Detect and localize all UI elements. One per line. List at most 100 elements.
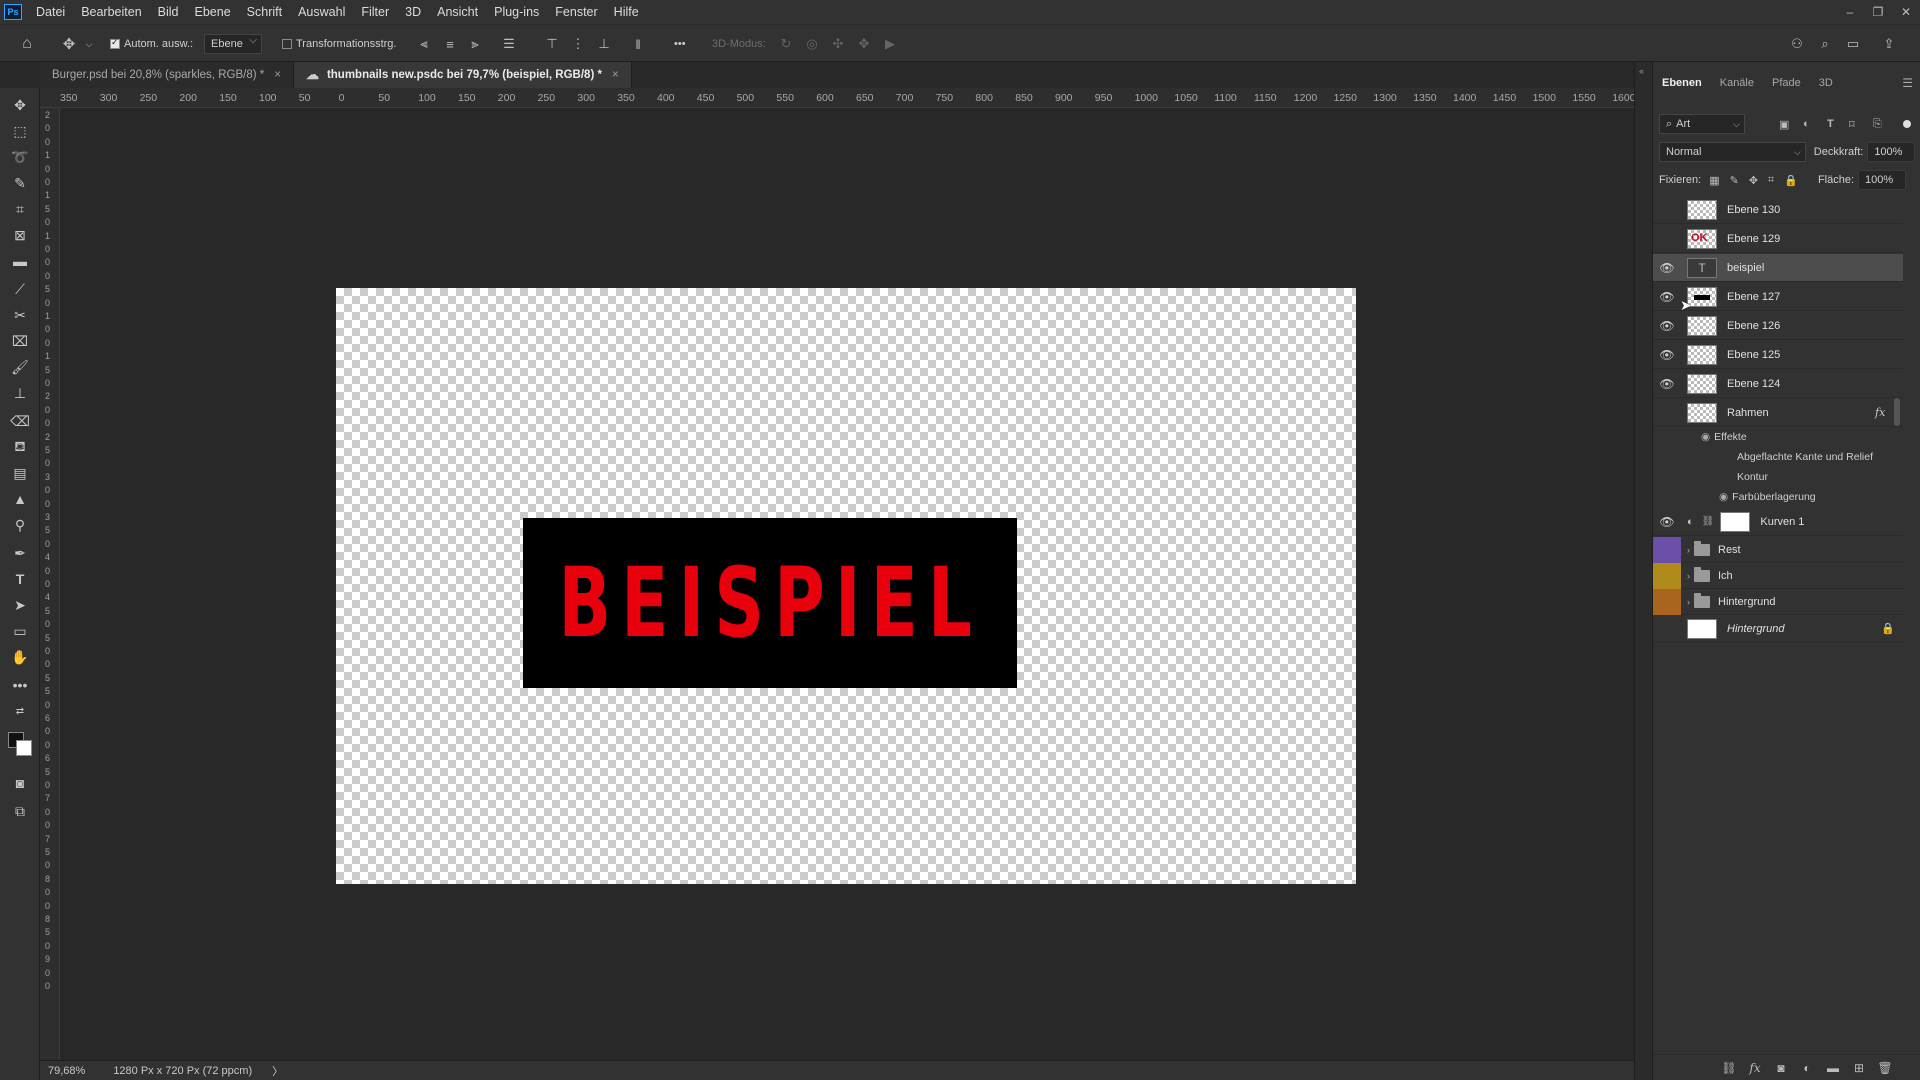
expand-panels-icon[interactable]: « xyxy=(1639,66,1644,76)
align-left-icon[interactable]: ⫷ xyxy=(415,35,433,53)
tool-preset-chevron-icon[interactable]: ⌵ xyxy=(80,35,98,53)
distribute-icon[interactable]: ☰ xyxy=(500,35,518,53)
filter-shape-icon[interactable]: ⌑ xyxy=(1849,118,1855,131)
layer-row-kurven-1[interactable]: 👁 ◐ ⛓ Kurven 1 xyxy=(1653,508,1903,536)
brush-tool-icon[interactable]: 🖌 xyxy=(8,356,32,378)
beispiel-text-box[interactable]: BEISPIEL xyxy=(523,518,1017,688)
link-icon[interactable]: ⛓ xyxy=(1702,516,1715,527)
layer-name[interactable]: Ebene 126 xyxy=(1727,320,1780,332)
lock-icon[interactable]: 🔒 xyxy=(1881,622,1895,635)
align-vcenter-icon[interactable]: ⋮ xyxy=(569,35,587,53)
hand-tool-icon[interactable]: ✋ xyxy=(8,646,32,668)
layer-name[interactable]: Ebene 125 xyxy=(1727,349,1780,361)
scissors-tool-icon[interactable]: ✂ xyxy=(8,304,32,326)
tab-thumbnails[interactable]: ☁ thumbnails new.psdc bei 79,7% (beispie… xyxy=(293,62,632,88)
lock-transparent-icon[interactable]: ▦ xyxy=(1709,174,1719,187)
photoshop-logo[interactable]: Ps xyxy=(4,4,22,20)
menu-hilfe[interactable]: Hilfe xyxy=(606,0,647,24)
visibility-toggle[interactable] xyxy=(1653,225,1681,253)
fx-icon[interactable]: fx xyxy=(1875,406,1885,419)
layer-row-ebene-124[interactable]: 👁 Ebene 124 xyxy=(1653,370,1903,398)
chevron-right-icon[interactable]: › xyxy=(1687,545,1690,555)
eye-icon[interactable]: ◉ xyxy=(1701,431,1710,443)
transform-controls-option[interactable]: Transformationsstrg. xyxy=(282,35,396,53)
fx-icon[interactable]: fx xyxy=(1747,1060,1763,1076)
visibility-toggle[interactable] xyxy=(1653,399,1681,427)
close-icon[interactable]: ✕ xyxy=(1892,0,1920,24)
workspace-icon[interactable]: ▭ xyxy=(1844,35,1862,53)
trash-icon[interactable]: 🗑 xyxy=(1877,1060,1893,1076)
crop-tool-icon[interactable]: ⌗ xyxy=(8,198,32,220)
filter-type-icon[interactable]: T xyxy=(1827,118,1834,130)
effect-stroke[interactable]: Kontur xyxy=(1737,468,1768,486)
patch-tool-icon[interactable]: ⌧ xyxy=(8,330,32,352)
layer-name[interactable]: Ebene 127 xyxy=(1727,291,1780,303)
tab-burger[interactable]: Burger.psd bei 20,8% (sparkles, RGB/8) *… xyxy=(40,62,294,88)
tab-ebenen[interactable]: Ebenen xyxy=(1653,72,1711,94)
effects-header[interactable]: ◉ Effekte xyxy=(1701,428,1747,446)
group-color-label[interactable] xyxy=(1653,536,1681,563)
filter-smart-object-icon[interactable]: ⎘ xyxy=(1873,118,1882,131)
menu-auswahl[interactable]: Auswahl xyxy=(290,0,353,24)
group-name[interactable]: Rest xyxy=(1718,544,1741,556)
effect-bevel[interactable]: Abgeflachte Kante und Relief xyxy=(1737,448,1873,466)
distribute-vertical-icon[interactable]: ‖ xyxy=(629,35,647,53)
filter-toggle-icon[interactable] xyxy=(1903,120,1911,128)
new-layer-icon[interactable]: ⊞ xyxy=(1851,1060,1867,1076)
align-top-icon[interactable]: ⊤ xyxy=(543,35,561,53)
menu-fenster[interactable]: Fenster xyxy=(547,0,605,24)
group-color-label[interactable] xyxy=(1653,588,1681,615)
dodge-tool-icon[interactable]: ⚲ xyxy=(8,514,32,536)
group-icon[interactable]: ▬ xyxy=(1825,1060,1841,1076)
visibility-toggle[interactable] xyxy=(1653,615,1681,643)
eye-icon[interactable]: 👁 xyxy=(1653,312,1681,340)
layer-filter-dropdown[interactable]: ⌕ Art ⌵ xyxy=(1659,114,1745,134)
export-icon[interactable]: ⇪ xyxy=(1880,35,1898,53)
marquee-tool-icon[interactable]: ⬚ xyxy=(8,120,32,142)
eraser-tool-icon[interactable]: ⌫ xyxy=(8,410,32,432)
pen-tool-icon[interactable]: ✒ xyxy=(8,542,32,564)
group-row-ich[interactable]: › Ich xyxy=(1653,562,1903,589)
menu-datei[interactable]: Datei xyxy=(28,0,73,24)
frame-tool-icon[interactable]: ⊠ xyxy=(8,224,32,246)
path-selection-tool-icon[interactable]: ➤ xyxy=(8,594,32,616)
layers-scrollbar[interactable] xyxy=(1894,398,1900,426)
opacity-input[interactable]: 100% xyxy=(1867,142,1915,162)
layer-name[interactable]: Ebene 129 xyxy=(1727,233,1780,245)
more-options[interactable]: ••• xyxy=(674,35,686,53)
auto-select-checkbox[interactable] xyxy=(110,37,120,49)
align-right-icon[interactable]: ⫸ xyxy=(466,35,484,53)
transform-checkbox[interactable] xyxy=(282,39,292,49)
group-row-rest[interactable]: › Rest xyxy=(1653,536,1903,563)
sharpen-tool-icon[interactable]: ▲ xyxy=(8,488,32,510)
tab-3d[interactable]: 3D xyxy=(1810,72,1842,94)
lock-artboard-icon[interactable]: ⌗ xyxy=(1768,174,1774,187)
horizontal-ruler[interactable]: 350 300 250 200 150 100 50 0 50 100 150 200 250 300 35… xyxy=(40,88,1634,108)
eye-icon[interactable]: ◉ xyxy=(1719,491,1728,503)
auto-select-target-dropdown[interactable]: Ebene xyxy=(204,34,262,54)
move-tool-icon[interactable]: ✥ xyxy=(60,35,78,53)
layer-row-ebene-129[interactable]: OK Ebene 129 xyxy=(1653,225,1903,253)
screen-mode-icon[interactable]: ⧉ xyxy=(8,800,32,822)
lock-all-icon[interactable]: 🔒 xyxy=(1784,174,1798,187)
layer-row-ebene-130[interactable]: Ebene 130 xyxy=(1653,196,1903,224)
move-tool-icon[interactable]: ✥ xyxy=(8,94,32,116)
visibility-toggle[interactable] xyxy=(1653,196,1681,224)
filter-adjustment-icon[interactable]: ◐ xyxy=(1803,118,1810,130)
chevron-right-icon[interactable]: › xyxy=(1687,571,1690,581)
layer-row-rahmen[interactable]: Rahmen fx ⌃ xyxy=(1653,399,1903,427)
fill-input[interactable]: 100% xyxy=(1858,170,1907,190)
eye-icon[interactable]: 👁 xyxy=(1653,341,1681,369)
swap-colors-icon[interactable]: ⇄ xyxy=(8,700,32,722)
status-arrow-icon[interactable]: 〉 xyxy=(272,1063,283,1079)
vertical-ruler[interactable]: 2 0 0 1 0 0 1 5 0 1 0 0 0 5 0 1 0 0 1 5 0 2 0 0 2 5 0 3 0 0 3 5 0 4 0 0 4 5 0 5… xyxy=(40,108,60,1060)
lock-position-icon[interactable]: ✥ xyxy=(1749,174,1758,187)
ruler-tool-icon[interactable]: ▬ xyxy=(8,250,32,272)
effect-color-overlay[interactable]: ◉ Farbüberlagerung xyxy=(1719,488,1816,506)
menu-3d[interactable]: 3D xyxy=(397,0,429,24)
layer-name[interactable]: beispiel xyxy=(1727,262,1764,274)
layer-name[interactable]: Kurven 1 xyxy=(1760,516,1804,528)
panel-menu-icon[interactable]: ☰ xyxy=(1902,76,1913,90)
layer-name[interactable]: Ebene 124 xyxy=(1727,378,1780,390)
type-tool-icon[interactable]: T xyxy=(8,568,32,590)
